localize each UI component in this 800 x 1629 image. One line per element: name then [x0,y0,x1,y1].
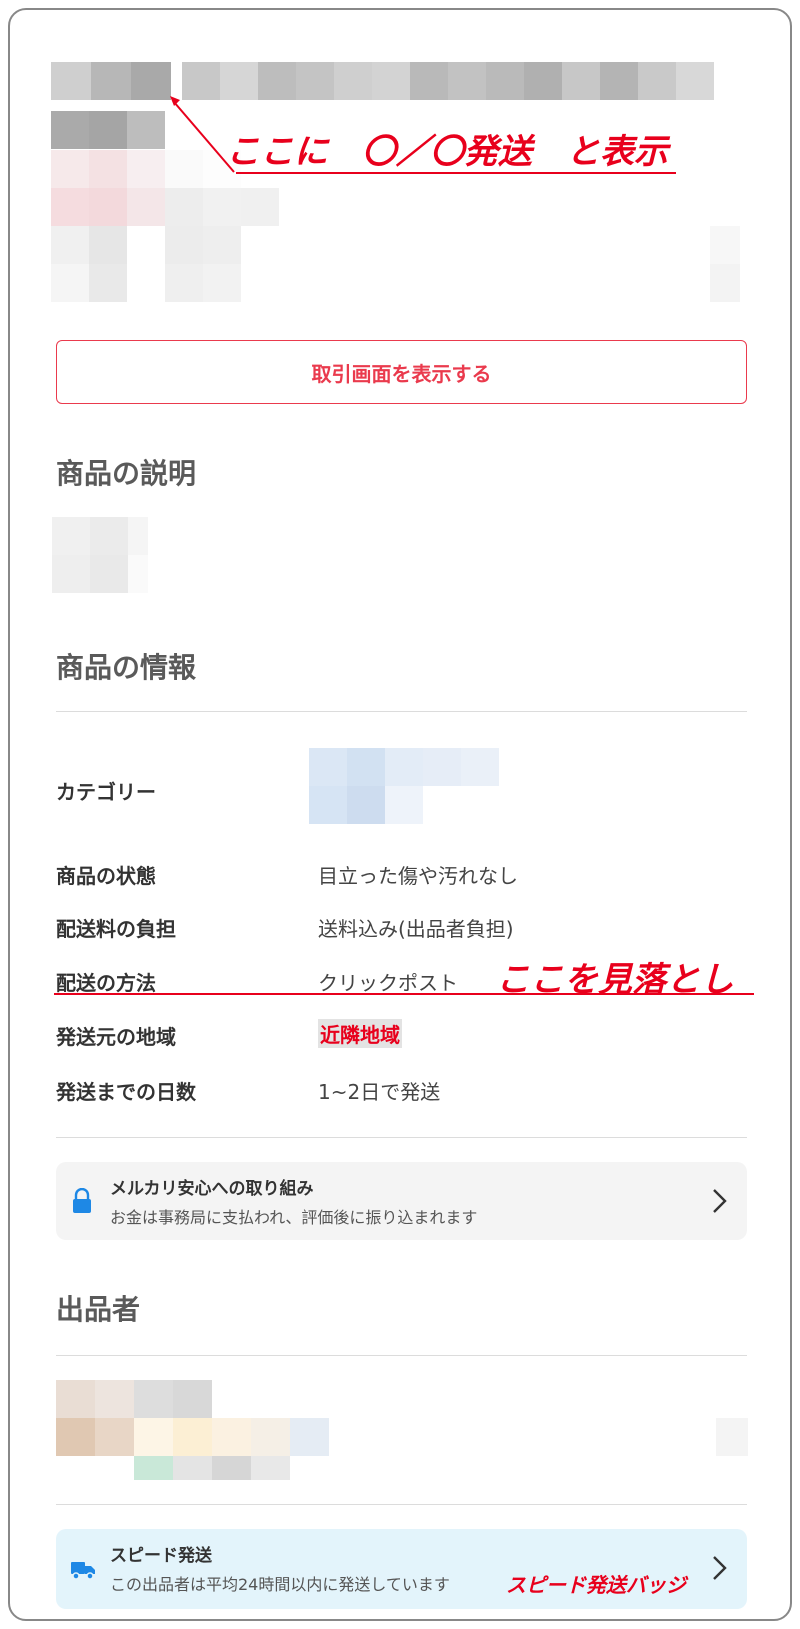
blurred-category[interactable] [309,748,499,824]
info-label-shipping-method: 配送の方法 [56,971,156,995]
info-label-days-to-ship: 発送までの日数 [56,1080,196,1104]
view-transaction-button[interactable]: 取引画面を表示する [56,340,747,404]
truck-icon [71,1562,95,1580]
description-title: 商品の説明 [56,457,197,490]
info-value-origin-region: 近隣地域 [318,1019,402,1048]
blurred-price [51,111,165,149]
speed-card-subtitle: この出品者は平均24時間以内に発送しています [110,1575,450,1594]
seller-divider-top [56,1355,747,1356]
chevron-right-icon [713,1556,727,1580]
annotation-badge-note: スピード発送バッジ [506,1573,686,1597]
info-divider-bottom [56,1137,747,1138]
blurred-item-title-2 [182,62,714,100]
info-title: 商品の情報 [56,651,197,684]
annotation-oversight-underline [54,993,754,995]
blurred-meta-2 [51,226,241,302]
info-value-condition: 目立った傷や汚れなし [318,864,518,888]
seller-divider-bottom [56,1504,747,1505]
seller-title: 出品者 [56,1293,141,1326]
info-label-condition: 商品の状態 [56,864,156,888]
blurred-seller-avatar[interactable] [56,1380,329,1480]
safety-card-subtitle: お金は事務局に支払われ、評価後に振り込まれます [110,1208,478,1227]
info-label-category: カテゴリー [56,780,156,804]
annotation-top-note: ここに 〇／〇発送 と表示 [226,132,668,172]
safety-card[interactable]: メルカリ安心への取り組み お金は事務局に支払われ、評価後に振り込まれます [56,1162,747,1240]
chevron-right-icon [713,1189,727,1213]
blurred-seller-side [716,1418,748,1456]
blurred-item-title [51,62,171,100]
info-value-shipping-fee: 送料込み(出品者負担) [318,917,514,941]
info-divider-top [56,711,747,712]
info-value-days-to-ship: 1~2日で発送 [318,1080,441,1104]
annotation-top-underline [236,172,676,174]
blurred-side [710,226,740,302]
info-label-origin-region: 発送元の地域 [56,1025,176,1049]
speed-card-title: スピード発送 [110,1546,212,1566]
info-value-shipping-method: クリックポスト [318,971,458,995]
lock-icon [73,1188,91,1213]
speed-shipping-card[interactable]: スピード発送 この出品者は平均24時間以内に発送しています スピード発送バッジ [56,1529,747,1609]
info-label-shipping-fee: 配送料の負担 [56,917,176,941]
blurred-description [52,517,148,593]
safety-card-title: メルカリ安心への取り組み [110,1179,314,1199]
